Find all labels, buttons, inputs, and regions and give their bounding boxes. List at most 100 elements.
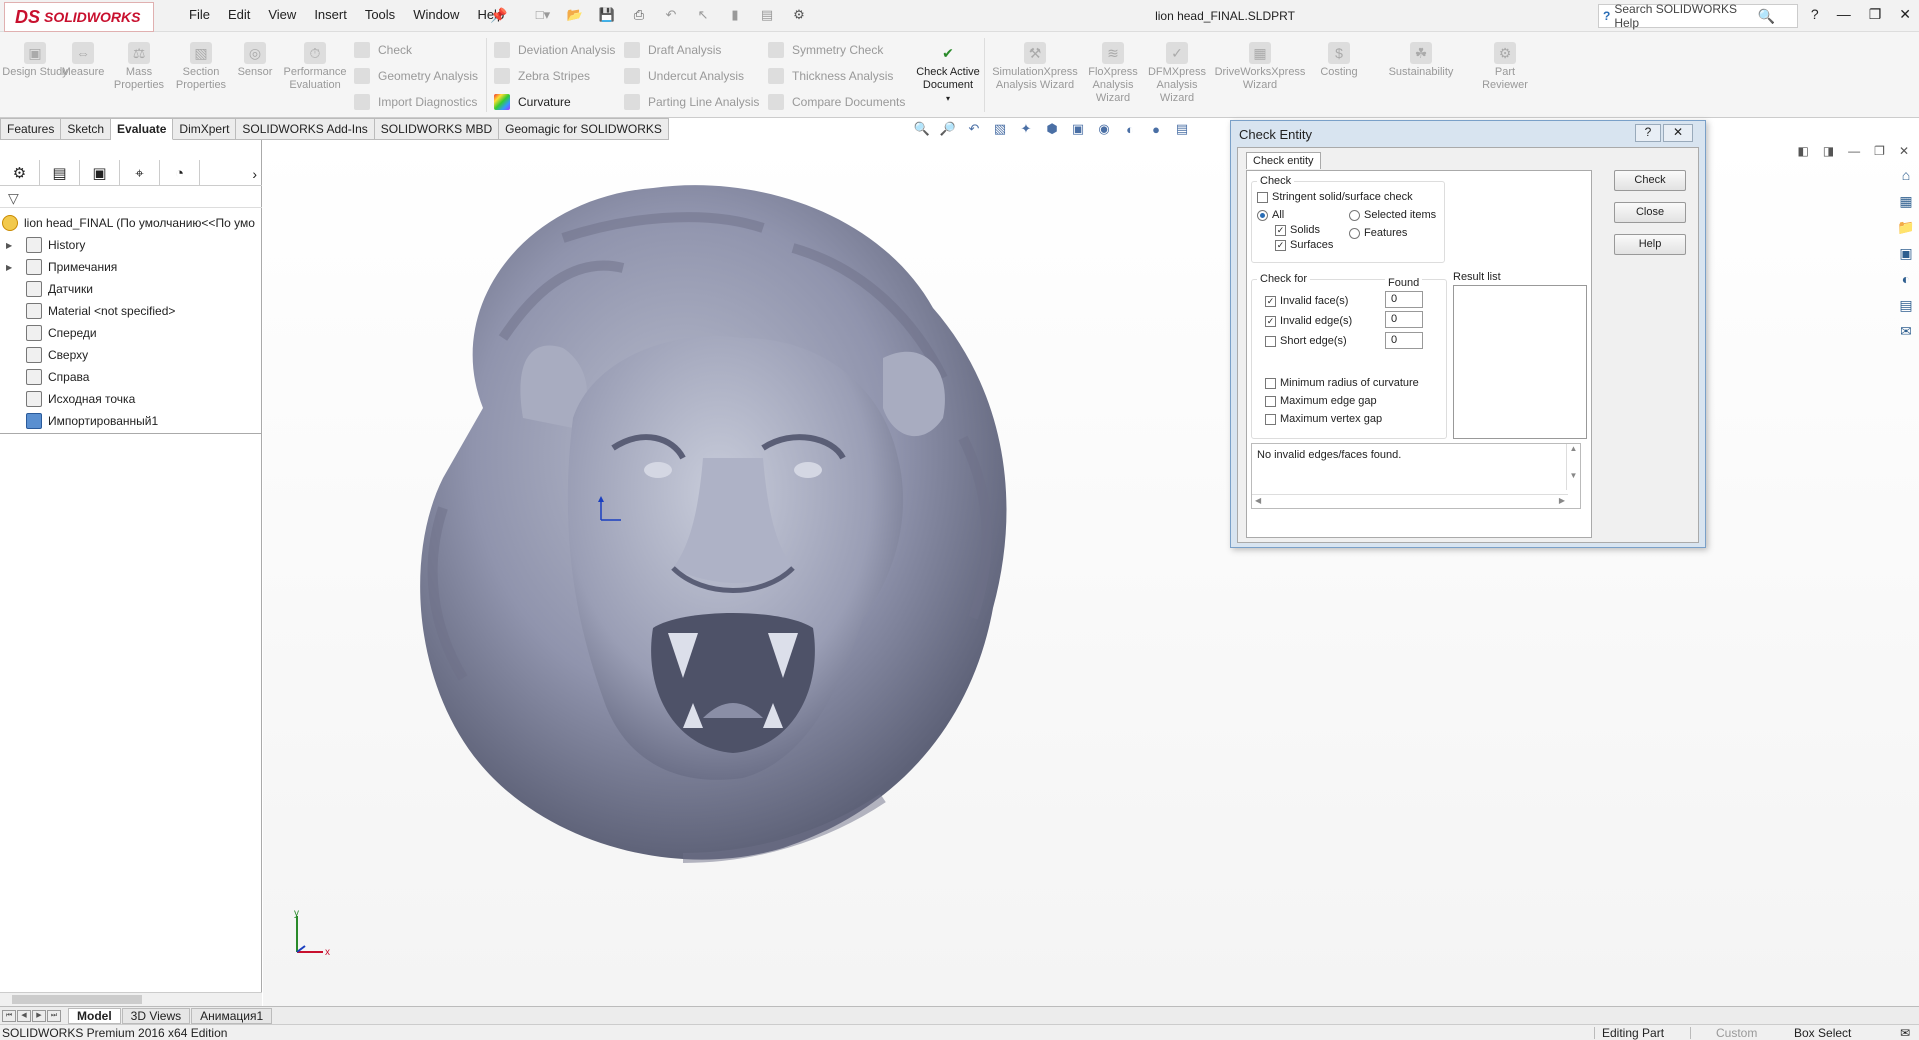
tree-item-history[interactable]: ▶ History [0, 234, 262, 256]
open-icon[interactable]: 📂 [562, 5, 588, 25]
minimize-icon[interactable]: — [1837, 6, 1851, 23]
tab-sketch[interactable]: Sketch [61, 118, 112, 140]
custom-properties-icon[interactable]: ▤ [1895, 294, 1917, 316]
scope-all-radio[interactable]: All [1257, 209, 1284, 221]
menu-tools[interactable]: Tools [356, 7, 404, 22]
rebuild-icon[interactable]: ▮ [722, 5, 748, 25]
import-diagnostics-tool[interactable]: Import Diagnostics [354, 92, 477, 112]
mass-properties-button[interactable]: ⚖ Mass Properties [104, 42, 174, 92]
forum-icon[interactable]: ✉ [1895, 320, 1917, 342]
tab-animation[interactable]: Анимация1 [191, 1007, 273, 1024]
units-status[interactable]: Custom [1716, 1026, 1757, 1040]
short-edges-checkbox[interactable]: Short edge(s) [1265, 335, 1347, 347]
surfaces-checkbox[interactable]: ✓ Surfaces [1275, 239, 1333, 251]
zoom-to-area-icon[interactable]: 🔎 [938, 120, 958, 138]
solidworks-logo[interactable]: DS SOLIDWORKS [4, 2, 154, 32]
message-vertical-scrollbar[interactable]: ▲ ▼ [1566, 444, 1580, 490]
draft-analysis-tool[interactable]: Draft Analysis [624, 40, 721, 60]
file-properties-icon[interactable]: ▤ [754, 5, 780, 25]
dynamic-annotation-icon[interactable]: ✦ [1016, 120, 1036, 138]
tree-item-material[interactable]: Material <not specified> [0, 300, 262, 322]
displaymanager-tab-icon[interactable]: ◔ [160, 160, 200, 186]
floxpress-button[interactable]: ≋ FloXpress Analysis Wizard [1086, 42, 1140, 105]
expand-arrow-icon[interactable]: ▶ [6, 241, 16, 250]
tree-item-top-plane[interactable]: Сверху [0, 344, 262, 366]
zoom-to-fit-icon[interactable]: 🔍 [912, 120, 932, 138]
min-radius-curvature-checkbox[interactable]: Minimum radius of curvature [1265, 377, 1419, 389]
checkbox-box[interactable]: ✓ [1275, 224, 1286, 236]
curvature-tool[interactable]: Curvature [494, 92, 571, 112]
design-library-icon[interactable]: ▦ [1895, 190, 1917, 212]
rollback-bar[interactable] [0, 433, 262, 434]
appearances-icon[interactable]: ◐ [1895, 268, 1917, 290]
tree-item-imported[interactable]: Импортированный1 [0, 410, 262, 432]
next-tab-icon[interactable]: ▶ [32, 1009, 46, 1022]
symmetry-check-tool[interactable]: Symmetry Check [768, 40, 883, 60]
invalid-faces-checkbox[interactable]: ✓ Invalid face(s) [1265, 295, 1348, 307]
selection-mode-status[interactable]: Box Select [1794, 1026, 1851, 1040]
thickness-analysis-tool[interactable]: Thickness Analysis [768, 66, 893, 86]
tree-item-front-plane[interactable]: Спереди [0, 322, 262, 344]
costing-button[interactable]: $ Costing [1306, 42, 1372, 79]
help-search-input[interactable]: ? Search SOLIDWORKS Help 🔍 [1598, 2, 1798, 30]
tab-features[interactable]: Features [0, 118, 62, 140]
scope-selected-items-radio[interactable]: Selected items [1349, 209, 1436, 221]
propertymanager-tab-icon[interactable]: ▤ [40, 160, 80, 186]
save-icon[interactable]: 💾 [594, 5, 620, 25]
section-view-icon[interactable]: ▧ [990, 120, 1010, 138]
tile-right-icon[interactable]: ◨ [1823, 144, 1834, 158]
status-bar-chat-icon[interactable]: ✉ [1900, 1026, 1910, 1040]
dfmxpress-button[interactable]: ✓ DFMXpress Analysis Wizard [1146, 42, 1208, 105]
checkbox-box[interactable] [1265, 335, 1276, 347]
tab-solidworks-mbd[interactable]: SOLIDWORKS MBD [374, 118, 500, 140]
check-tool[interactable]: Check [354, 40, 412, 60]
compare-documents-tool[interactable]: Compare Documents [768, 92, 905, 112]
checkbox-box[interactable] [1257, 191, 1268, 203]
tree-filter[interactable]: ▽ [0, 188, 262, 208]
restore-icon[interactable]: ❐ [1869, 6, 1882, 23]
tab-dimxpert[interactable]: DimXpert [173, 118, 237, 140]
first-tab-icon[interactable]: ⏮ [2, 1009, 16, 1022]
performance-evaluation-button[interactable]: ⏱ Performance Evaluation [280, 42, 350, 92]
tab-solidworks-add-ins[interactable]: SOLIDWORKS Add-Ins [236, 118, 375, 140]
menu-edit[interactable]: Edit [219, 7, 259, 22]
horizontal-scrollbar[interactable] [0, 992, 262, 1006]
stringent-check-checkbox[interactable]: Stringent solid/surface check [1257, 191, 1413, 203]
select-icon[interactable]: ↖ [690, 5, 716, 25]
parting-line-analysis-tool[interactable]: Parting Line Analysis [624, 92, 759, 112]
geometry-analysis-tool[interactable]: Geometry Analysis [354, 66, 478, 86]
zebra-stripes-tool[interactable]: Zebra Stripes [494, 66, 590, 86]
dimxpertmanager-tab-icon[interactable]: ⌖ [120, 160, 160, 186]
solidworks-resources-icon[interactable]: ⌂ [1895, 164, 1917, 186]
scrollbar-thumb[interactable] [12, 995, 142, 1004]
menu-view[interactable]: View [259, 7, 305, 22]
radio-button[interactable] [1257, 209, 1268, 221]
edit-appearance-icon[interactable]: ◐ [1120, 120, 1140, 138]
checkbox-box[interactable]: ✓ [1265, 315, 1276, 327]
tab-evaluate[interactable]: Evaluate [111, 118, 174, 140]
message-horizontal-scrollbar[interactable]: ◀ ▶ [1252, 494, 1568, 508]
checkbox-box[interactable] [1265, 395, 1276, 407]
prev-tab-icon[interactable]: ◀ [17, 1009, 31, 1022]
menu-window[interactable]: Window [404, 7, 468, 22]
apply-scene-icon[interactable]: ● [1146, 120, 1166, 138]
pin-icon[interactable]: 📌 [490, 7, 507, 24]
display-style-icon[interactable]: ▣ [1068, 120, 1088, 138]
lion-head-model[interactable] [323, 158, 1083, 898]
checkbox-box[interactable]: ✓ [1275, 239, 1286, 251]
tile-left-icon[interactable]: ◧ [1797, 144, 1808, 158]
chevron-right-icon[interactable]: › [252, 166, 257, 182]
close-button[interactable]: Close [1614, 202, 1686, 223]
checkbox-box[interactable] [1265, 413, 1276, 425]
max-vertex-gap-checkbox[interactable]: Maximum vertex gap [1265, 413, 1382, 425]
part-reviewer-button[interactable]: ⚙ Part Reviewer [1472, 42, 1538, 92]
configurationmanager-tab-icon[interactable]: ▣ [80, 160, 120, 186]
file-explorer-icon[interactable]: 📁 [1895, 216, 1917, 238]
viewport-restore-icon[interactable]: ❐ [1874, 144, 1885, 158]
tree-item-right-plane[interactable]: Справа [0, 366, 262, 388]
undercut-analysis-tool[interactable]: Undercut Analysis [624, 66, 744, 86]
last-tab-icon[interactable]: ⏭ [47, 1009, 61, 1022]
dropdown-arrow-icon[interactable]: ▾ [910, 92, 986, 105]
print-icon[interactable]: ⎙ [626, 5, 652, 25]
deviation-analysis-tool[interactable]: Deviation Analysis [494, 40, 615, 60]
